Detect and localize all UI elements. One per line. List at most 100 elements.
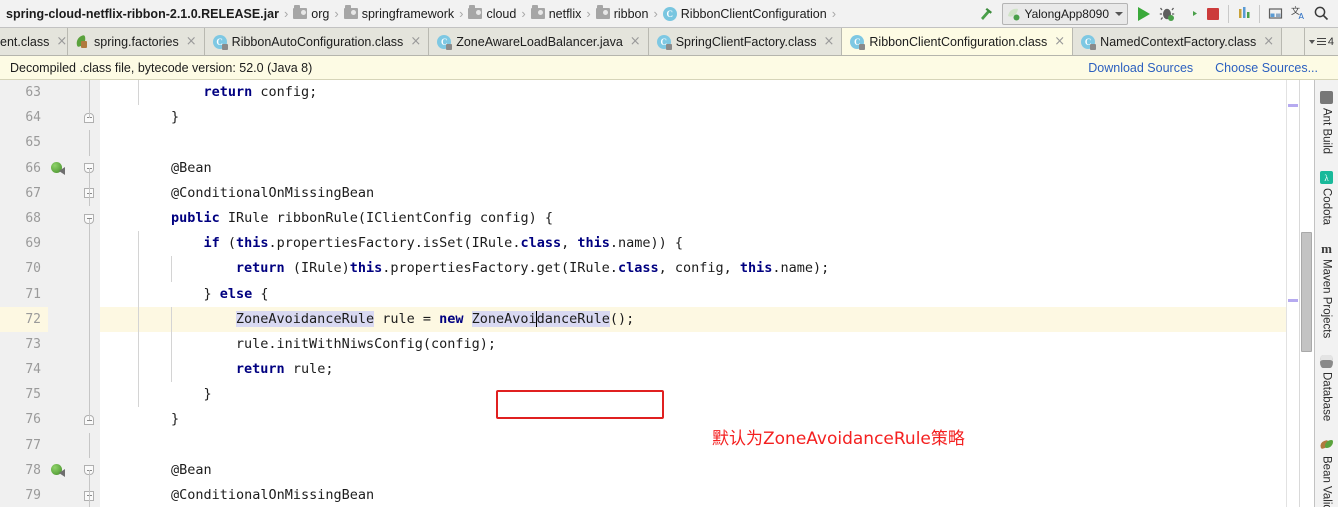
code-line[interactable]: 63 return config; (0, 80, 1286, 106)
fold-gutter[interactable] (78, 281, 100, 307)
scrollbar-thumb[interactable] (1301, 232, 1312, 352)
breadcrumb-item-org[interactable]: org (290, 1, 332, 27)
spring-bean-icon[interactable] (51, 161, 65, 175)
code-token: .propertiesFactory.isSet(IRule. (268, 235, 521, 252)
fold-gutter[interactable] (78, 105, 100, 131)
code-line[interactable]: 74 return rule; (0, 357, 1286, 383)
editor-tab-spring-factories[interactable]: spring.factories × (68, 28, 205, 55)
breadcrumb-item-netflix[interactable]: netflix (528, 1, 585, 27)
close-icon[interactable]: × (410, 35, 421, 48)
gutter-icons[interactable] (48, 357, 78, 383)
editor-tab-ribbon-client-configuration[interactable]: C RibbonClientConfiguration.class × (842, 28, 1074, 55)
code-line[interactable]: 69 if (this.propertiesFactory.isSet(IRule… (0, 231, 1286, 257)
breadcrumb-item-class[interactable]: C RibbonClientConfiguration (660, 1, 830, 27)
stop-button[interactable] (1202, 3, 1224, 25)
run-configuration-selector[interactable]: YalongApp8090 (1002, 2, 1128, 25)
gutter-icons[interactable] (48, 281, 78, 307)
gutter-icons[interactable] (48, 457, 78, 483)
debug-button[interactable] (1156, 3, 1178, 25)
close-icon[interactable]: × (1054, 35, 1065, 48)
fold-gutter[interactable] (78, 180, 100, 206)
code-line[interactable]: 75} (0, 382, 1286, 408)
sidebar-item-ant-build[interactable]: Ant Build (1320, 84, 1333, 164)
gutter-icons[interactable] (48, 256, 78, 282)
gutter-icons[interactable] (48, 205, 78, 232)
gutter-icons[interactable] (48, 180, 78, 206)
run-button[interactable] (1133, 3, 1155, 25)
fold-gutter[interactable] (78, 205, 100, 232)
gutter-icons[interactable] (48, 80, 78, 106)
code-line[interactable]: 77 (0, 432, 1286, 458)
close-icon[interactable]: × (186, 35, 197, 48)
fold-gutter[interactable] (78, 357, 100, 383)
editor-scrollbar[interactable] (1299, 80, 1314, 507)
gutter-icons[interactable] (48, 130, 78, 156)
fold-gutter[interactable] (78, 231, 100, 257)
breadcrumb-item-springframework[interactable]: springframework (341, 1, 457, 27)
folder-icon (343, 5, 358, 19)
translate-icon: 文 A (1291, 5, 1305, 21)
editor-marker-gutter[interactable] (1286, 80, 1299, 507)
close-icon[interactable]: × (56, 35, 67, 48)
spring-bean-icon[interactable] (51, 463, 65, 477)
fold-gutter[interactable] (78, 306, 100, 332)
download-sources-link[interactable]: Download Sources (1088, 61, 1193, 75)
translate-button[interactable]: 文 A (1287, 3, 1309, 25)
code-line[interactable]: 68 public IRule ribbonRule(IClientConfig … (0, 205, 1286, 232)
editor-tab-zone-aware-load-balancer[interactable]: C ZoneAwareLoadBalancer.java × (429, 28, 649, 55)
code-line[interactable]: 78 @Bean (0, 457, 1286, 483)
build-button[interactable] (975, 3, 997, 25)
code-line[interactable]: 79 @ConditionalOnMissingBean (0, 483, 1286, 507)
choose-sources-link[interactable]: Choose Sources... (1215, 61, 1318, 75)
code-line[interactable]: 76} (0, 407, 1286, 433)
code-line[interactable]: 67 @ConditionalOnMissingBean (0, 180, 1286, 206)
gutter-icons[interactable] (48, 155, 78, 181)
fold-gutter[interactable] (78, 457, 100, 483)
code-line[interactable]: 72 ZoneAvoidanceRule rule = new ZoneAvoid… (0, 306, 1286, 332)
fold-gutter[interactable] (78, 382, 100, 408)
editor-tab-ent-class[interactable]: ent.class × (0, 28, 68, 55)
breadcrumb-item-jar[interactable]: spring-cloud-netflix-ribbon-2.1.0.RELEAS… (4, 1, 282, 27)
breadcrumb-item-ribbon[interactable]: ribbon (593, 1, 652, 27)
gutter-icons[interactable] (48, 483, 78, 507)
editor-tab-spring-client-factory[interactable]: C SpringClientFactory.class × (648, 28, 843, 55)
fold-gutter[interactable] (78, 155, 100, 181)
gutter-icons[interactable] (48, 331, 78, 358)
close-icon[interactable]: × (1263, 35, 1274, 48)
run-with-coverage-button[interactable] (1179, 3, 1201, 25)
editor-tab-named-context-factory[interactable]: C NamedContextFactory.class × (1073, 28, 1283, 55)
sidebar-item-maven-projects[interactable]: m Maven Projects (1320, 235, 1333, 348)
code-line[interactable]: 71} else { (0, 281, 1286, 307)
code-line[interactable]: 70 return (IRule)this.propertiesFactory.g… (0, 256, 1286, 282)
code-line[interactable]: 73 rule.initWithNiwsConfig(config); (0, 331, 1286, 358)
fold-gutter[interactable] (78, 80, 100, 106)
attach-profiler-button[interactable] (1233, 3, 1255, 25)
gutter-icons[interactable] (48, 407, 78, 433)
layout-button[interactable] (1264, 3, 1286, 25)
code-line[interactable]: 66 @Bean (0, 155, 1286, 181)
gutter-icons[interactable] (48, 306, 78, 332)
editor-tab-ribbon-auto-configuration[interactable]: C RibbonAutoConfiguration.class × (204, 28, 430, 55)
fold-gutter[interactable] (78, 256, 100, 282)
database-icon (1320, 355, 1333, 369)
close-icon[interactable]: × (630, 35, 641, 48)
close-icon[interactable]: × (823, 35, 834, 48)
code-line[interactable]: 65 (0, 130, 1286, 156)
fold-gutter[interactable] (78, 483, 100, 507)
gutter-icons[interactable] (48, 382, 78, 408)
tab-list-button[interactable]: 4 (1308, 36, 1334, 48)
gutter-icons[interactable] (48, 432, 78, 458)
fold-gutter[interactable] (78, 331, 100, 358)
search-button[interactable] (1310, 3, 1332, 25)
sidebar-item-database[interactable]: Database (1320, 348, 1333, 431)
code-line[interactable]: 64} (0, 105, 1286, 131)
sidebar-item-codota[interactable]: λ Codota (1320, 164, 1333, 235)
fold-gutter[interactable] (78, 130, 100, 156)
code-editor[interactable]: 63 return config; 64} 65 66 @Bean 67 @Condition… (0, 80, 1286, 507)
gutter-icons[interactable] (48, 105, 78, 131)
fold-gutter[interactable] (78, 407, 100, 433)
fold-gutter[interactable] (78, 432, 100, 458)
breadcrumb-item-cloud[interactable]: cloud (465, 1, 519, 27)
gutter-icons[interactable] (48, 231, 78, 257)
sidebar-item-bean-validation[interactable]: Bean Validation (1319, 432, 1333, 507)
